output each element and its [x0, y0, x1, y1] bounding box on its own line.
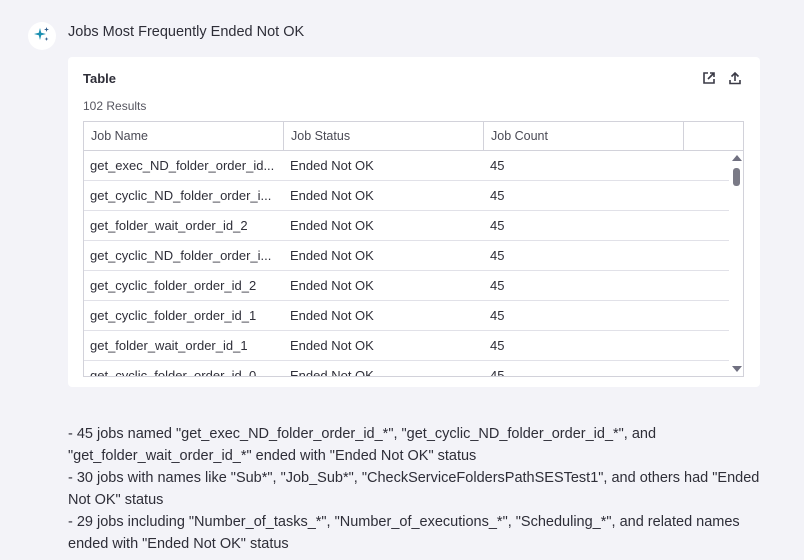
cell-job-name: get_folder_wait_order_id_2 — [90, 218, 248, 233]
cell-job-status: Ended Not OK — [290, 278, 374, 293]
results-count: 102 Results — [83, 99, 147, 113]
table-card: Table 102 Results Job Name Job Status Jo… — [68, 57, 760, 387]
summary-text: - 45 jobs named "get_exec_ND_folder_orde… — [68, 423, 768, 555]
cell-job-name: get_cyclic_folder_order_id_2 — [90, 278, 257, 293]
table-row: get_cyclic_folder_order_id_0 Ended Not O… — [84, 361, 729, 377]
table-scrollbar[interactable] — [729, 151, 743, 376]
message-title: Jobs Most Frequently Ended Not OK — [68, 24, 305, 40]
summary-line: - 30 jobs with names like "Sub*", "Job_S… — [68, 470, 760, 508]
cell-job-count: 45 — [490, 368, 505, 377]
cell-job-count: 45 — [490, 338, 505, 353]
column-header-job-status[interactable]: Job Status — [284, 122, 484, 150]
results-table: Job Name Job Status Job Count get_exec_N… — [83, 121, 744, 377]
assistant-avatar — [28, 22, 56, 50]
table-header: Job Name Job Status Job Count — [84, 122, 743, 151]
card-label: Table — [83, 71, 116, 86]
table-row: get_folder_wait_order_id_1 Ended Not OK … — [84, 331, 729, 361]
table-row: get_folder_wait_order_id_2 Ended Not OK … — [84, 211, 729, 241]
summary-line: - 29 jobs including "Number_of_tasks_*",… — [68, 514, 740, 552]
table-row: get_cyclic_ND_folder_order_i... Ended No… — [84, 181, 729, 211]
summary-line: - 45 jobs named "get_exec_ND_folder_orde… — [68, 426, 657, 464]
column-header-job-count[interactable]: Job Count — [484, 122, 684, 150]
table-row: get_cyclic_folder_order_id_1 Ended Not O… — [84, 301, 729, 331]
table-row: get_exec_ND_folder_order_id... Ended Not… — [84, 151, 729, 181]
column-header-empty — [684, 122, 743, 150]
table-row: get_cyclic_folder_order_id_2 Ended Not O… — [84, 271, 729, 301]
cell-job-count: 45 — [490, 188, 505, 203]
column-header-job-name[interactable]: Job Name — [84, 122, 284, 150]
cell-job-status: Ended Not OK — [290, 158, 374, 173]
table-body: get_exec_ND_folder_order_id... Ended Not… — [84, 151, 743, 377]
open-external-icon[interactable] — [702, 71, 718, 87]
sparkle-assistant-icon — [33, 25, 51, 48]
cell-job-status: Ended Not OK — [290, 368, 374, 377]
cell-job-name: get_cyclic_ND_folder_order_i... — [90, 188, 272, 203]
cell-job-name: get_folder_wait_order_id_1 — [90, 338, 248, 353]
cell-job-status: Ended Not OK — [290, 218, 374, 233]
cell-job-status: Ended Not OK — [290, 248, 374, 263]
cell-job-name: get_cyclic_ND_folder_order_i... — [90, 248, 272, 263]
cell-job-name: get_cyclic_folder_order_id_0 — [90, 368, 257, 377]
cell-job-status: Ended Not OK — [290, 338, 374, 353]
cell-job-status: Ended Not OK — [290, 188, 374, 203]
cell-job-count: 45 — [490, 308, 505, 323]
cell-job-name: get_exec_ND_folder_order_id... — [90, 158, 275, 173]
table-row: get_cyclic_ND_folder_order_i... Ended No… — [84, 241, 729, 271]
cell-job-status: Ended Not OK — [290, 308, 374, 323]
cell-job-count: 45 — [490, 278, 505, 293]
cell-job-name: get_cyclic_folder_order_id_1 — [90, 308, 257, 323]
card-actions — [702, 71, 744, 87]
cell-job-count: 45 — [490, 248, 505, 263]
cell-job-count: 45 — [490, 218, 505, 233]
scroll-thumb[interactable] — [733, 168, 740, 186]
scroll-down-arrow-icon[interactable] — [732, 366, 742, 372]
cell-job-count: 45 — [490, 158, 505, 173]
scroll-up-arrow-icon[interactable] — [732, 155, 742, 161]
export-upload-icon[interactable] — [728, 71, 744, 87]
